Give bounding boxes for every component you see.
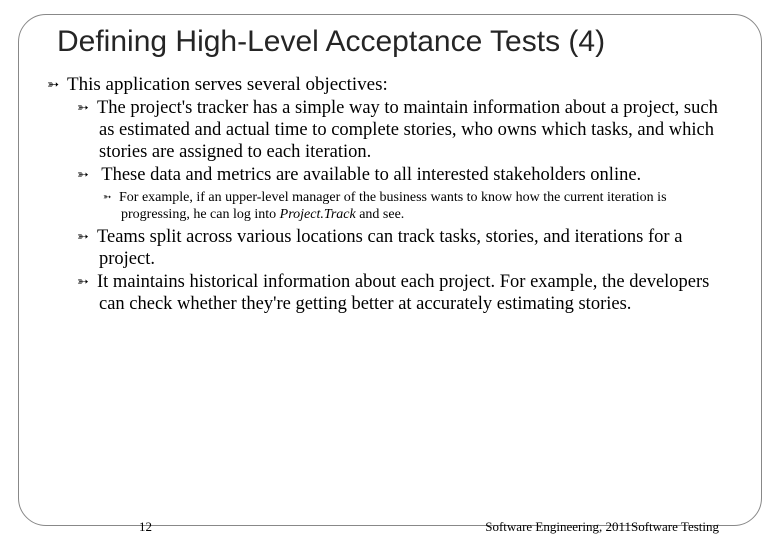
curly-bullet-icon: ➳ xyxy=(47,77,67,94)
curly-bullet-icon: ➳ xyxy=(77,228,97,244)
footer-right: Software Engineering, 2011Software Testi… xyxy=(485,519,719,535)
curly-bullet-icon: ➳ xyxy=(77,99,97,115)
slide-title: Defining High-Level Acceptance Tests (4) xyxy=(57,25,733,60)
curly-bullet-icon: ➳ xyxy=(103,192,119,204)
text: Teams split across various locations can… xyxy=(97,227,682,269)
curly-bullet-icon: ➳ xyxy=(77,273,97,289)
curly-bullet-icon: ➳ xyxy=(77,166,97,182)
bullet-historical: ➳It maintains historical information abo… xyxy=(53,272,733,316)
text-italic: Project.Track xyxy=(280,207,356,222)
text: This application serves several objectiv… xyxy=(67,74,388,95)
text-post: and see. xyxy=(356,207,405,222)
page-number: 12 xyxy=(139,519,152,535)
bullet-stakeholders: ➳ These data and metrics are available t… xyxy=(53,165,733,187)
bullet-intro: ➳This application serves several objecti… xyxy=(47,74,733,96)
bullet-example: ➳For example, if an upper-level manager … xyxy=(53,190,733,224)
slide-frame: Defining High-Level Acceptance Tests (4)… xyxy=(18,14,762,526)
slide-body: ➳This application serves several objecti… xyxy=(47,74,733,317)
text: These data and metrics are available to … xyxy=(97,165,641,185)
bullet-tracker: ➳The project's tracker has a simple way … xyxy=(53,98,733,163)
text: It maintains historical information abou… xyxy=(97,272,709,314)
bullet-teams: ➳Teams split across various locations ca… xyxy=(53,227,733,271)
text: The project's tracker has a simple way t… xyxy=(97,98,718,162)
